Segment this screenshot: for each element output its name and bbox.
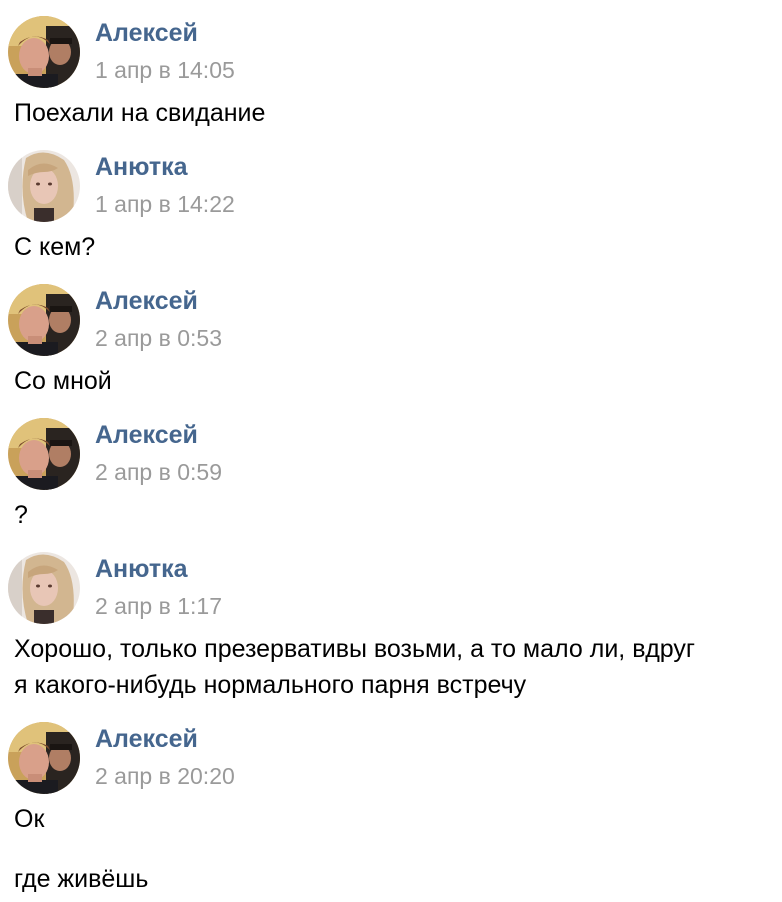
message-item: Анютка 1 апр в 14:22 С кем?	[0, 150, 782, 261]
message-item: Алексей 2 апр в 0:53 Со мной	[0, 284, 782, 395]
alexey-avatar[interactable]	[8, 418, 80, 490]
author-name-link[interactable]: Анютка	[95, 152, 188, 182]
message-timestamp[interactable]: 1 апр в 14:05	[95, 56, 235, 84]
alexey-avatar[interactable]	[8, 722, 80, 794]
author-name-link[interactable]: Алексей	[95, 724, 198, 754]
message-text: Поехали на свидание	[14, 99, 266, 127]
message-item: Анютка 2 апр в 1:17 Хорошо, только презе…	[0, 552, 782, 702]
message-item: Алексей 1 апр в 14:05 Поехали на свидани…	[0, 16, 782, 127]
message-item: Алексей 2 апр в 20:20 Ок где живёшь	[0, 722, 782, 902]
message-text: Хорошо, только презервативы возьми, а то…	[14, 635, 696, 663]
anyutka-avatar[interactable]	[8, 552, 80, 624]
message-item: Алексей 2 апр в 0:59 ?	[0, 418, 782, 529]
message-timestamp[interactable]: 1 апр в 14:22	[95, 190, 235, 218]
message-text: Ок	[14, 805, 45, 833]
message-text: где живёшь	[14, 865, 149, 893]
message-timestamp[interactable]: 2 апр в 20:20	[95, 762, 235, 790]
author-name-link[interactable]: Алексей	[95, 18, 198, 48]
anyutka-avatar[interactable]	[8, 150, 80, 222]
message-text: я какого-нибудь нормального парня встреч…	[14, 671, 527, 699]
message-timestamp[interactable]: 2 апр в 0:59	[95, 458, 222, 486]
author-name-link[interactable]: Алексей	[95, 420, 198, 450]
author-name-link[interactable]: Анютка	[95, 554, 188, 584]
author-name-link[interactable]: Алексей	[95, 286, 198, 316]
alexey-avatar[interactable]	[8, 16, 80, 88]
message-timestamp[interactable]: 2 апр в 0:53	[95, 324, 222, 352]
message-text: С кем?	[14, 233, 96, 261]
message-text: Со мной	[14, 367, 112, 395]
alexey-avatar[interactable]	[8, 284, 80, 356]
message-text: ?	[14, 501, 28, 529]
message-timestamp[interactable]: 2 апр в 1:17	[95, 592, 222, 620]
